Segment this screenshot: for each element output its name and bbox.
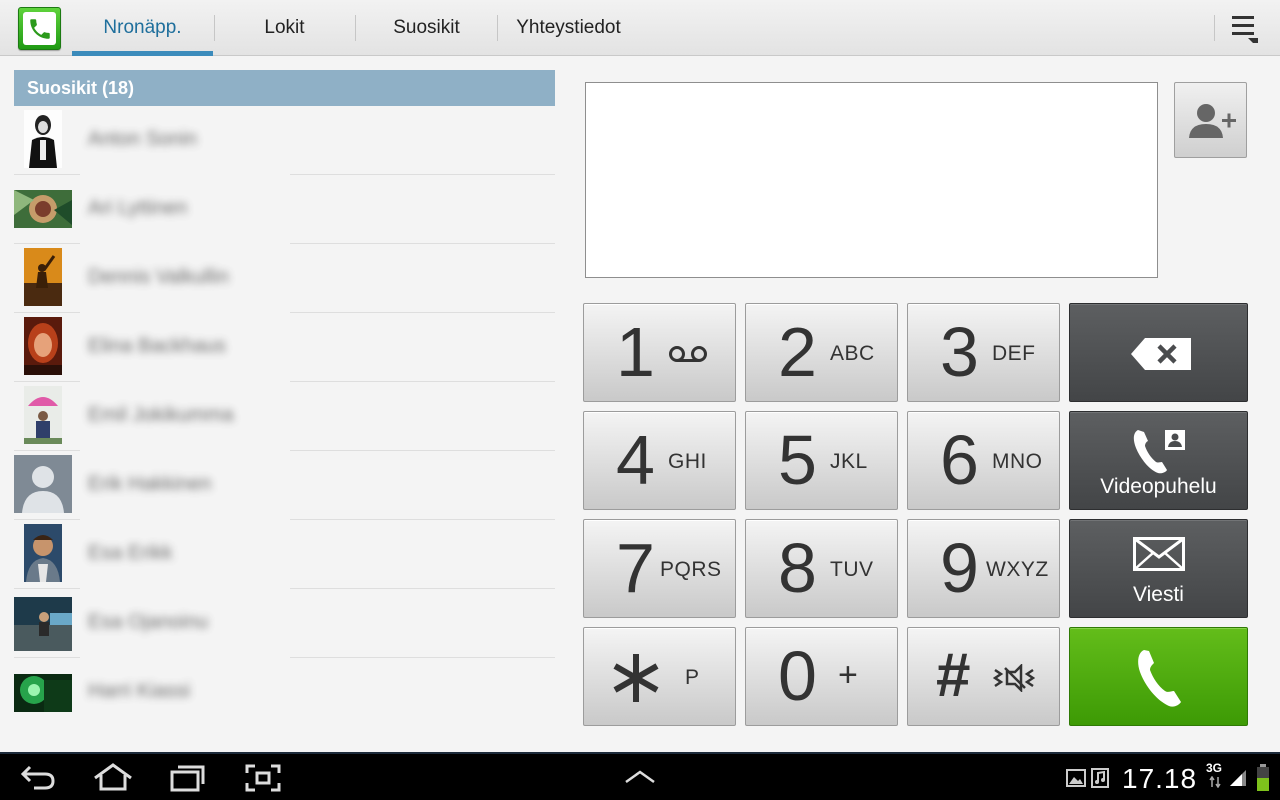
avatar bbox=[14, 597, 72, 651]
list-item[interactable]: Harri Kiassi bbox=[14, 658, 555, 727]
video-call-button[interactable]: Videopuhelu bbox=[1069, 411, 1248, 510]
clock: 17.18 bbox=[1122, 763, 1198, 794]
video-call-icon bbox=[1133, 430, 1185, 474]
key-7[interactable]: 7 PQRS bbox=[583, 519, 736, 618]
phone-app-icon[interactable] bbox=[18, 7, 61, 50]
backspace-button[interactable] bbox=[1069, 303, 1248, 402]
list-item[interactable]: Elina Backhaus bbox=[14, 313, 555, 382]
list-item[interactable]: Erik Hakkinen bbox=[14, 451, 555, 520]
add-contact-button[interactable] bbox=[1174, 82, 1247, 158]
key-5[interactable]: 5 JKL bbox=[745, 411, 898, 510]
key-9[interactable]: 9 WXYZ bbox=[907, 519, 1060, 618]
add-contact-icon bbox=[1189, 104, 1236, 138]
avatar bbox=[24, 110, 62, 168]
network-type: 3G bbox=[1206, 761, 1223, 775]
system-bar: 17.18 3G bbox=[0, 752, 1280, 800]
list-item[interactable]: Emil Jokikumma bbox=[14, 382, 555, 451]
avatar bbox=[14, 455, 72, 513]
message-button[interactable]: Viesti bbox=[1069, 519, 1248, 618]
list-item[interactable]: Dennis Valkullin bbox=[14, 244, 555, 313]
list-item[interactable]: Esa Erikk bbox=[14, 520, 555, 589]
recent-apps-icon[interactable] bbox=[170, 764, 206, 792]
list-item[interactable]: Anton Sonin bbox=[14, 106, 555, 175]
contact-name: Elina Backhaus bbox=[88, 335, 226, 357]
music-notification-icon bbox=[1091, 768, 1109, 788]
key-6[interactable]: 6 MNO bbox=[907, 411, 1060, 510]
key-1[interactable]: 1 bbox=[583, 303, 736, 402]
avatar bbox=[14, 674, 72, 712]
contact-name: Ari Lyttinen bbox=[88, 197, 188, 219]
avatar bbox=[24, 317, 62, 375]
key-star[interactable]: P bbox=[583, 627, 736, 726]
battery-icon bbox=[1257, 764, 1269, 791]
back-icon[interactable] bbox=[20, 764, 56, 790]
key-4[interactable]: 4 GHI bbox=[583, 411, 736, 510]
avatar bbox=[24, 386, 62, 444]
mute-icon bbox=[993, 664, 1035, 692]
gallery-notification-icon bbox=[1066, 769, 1086, 787]
contact-name: Erik Hakkinen bbox=[88, 473, 212, 495]
key-hash[interactable]: # bbox=[907, 627, 1060, 726]
avatar bbox=[14, 190, 72, 228]
key-0[interactable]: 0 + bbox=[745, 627, 898, 726]
message-label: Viesti bbox=[1133, 583, 1184, 606]
video-call-label: Videopuhelu bbox=[1100, 475, 1217, 498]
expand-up-icon[interactable] bbox=[624, 770, 656, 784]
phone-icon bbox=[1138, 650, 1181, 707]
call-button[interactable] bbox=[1069, 627, 1248, 726]
contact-name: Harri Kiassi bbox=[88, 680, 191, 702]
tab-contacts[interactable]: Yhteystiedot bbox=[498, 0, 639, 56]
message-icon bbox=[1133, 537, 1185, 571]
contact-name: Esa Ojanoinu bbox=[88, 611, 209, 633]
home-icon[interactable] bbox=[92, 762, 134, 792]
contact-name: Anton Sonin bbox=[88, 128, 197, 150]
signal-icon bbox=[1230, 770, 1246, 786]
key-2[interactable]: 2 ABC bbox=[745, 303, 898, 402]
voicemail-icon bbox=[669, 346, 707, 362]
key-8[interactable]: 8 TUV bbox=[745, 519, 898, 618]
data-arrows-icon bbox=[1209, 776, 1221, 788]
key-3[interactable]: 3 DEF bbox=[907, 303, 1060, 402]
contact-name: Dennis Valkullin bbox=[88, 266, 229, 288]
tab-bar: Nronäpp. Lokit Suosikit Yhteystiedot bbox=[0, 0, 1280, 56]
asterisk-icon bbox=[613, 654, 659, 702]
tab-logs[interactable]: Lokit bbox=[214, 0, 355, 56]
screenshot-icon[interactable] bbox=[245, 764, 281, 792]
avatar bbox=[24, 248, 62, 306]
backspace-icon bbox=[1131, 338, 1191, 370]
list-item[interactable]: Esa Ojanoinu bbox=[14, 589, 555, 658]
favorites-list: Anton Sonin Ari Lyttinen Dennis Valkulli… bbox=[14, 106, 555, 727]
favorites-header: Suosikit (18) bbox=[14, 70, 555, 106]
number-input[interactable] bbox=[585, 82, 1158, 278]
contact-name: Emil Jokikumma bbox=[88, 404, 234, 426]
avatar bbox=[24, 524, 62, 582]
contact-name: Esa Erikk bbox=[88, 542, 173, 564]
list-item[interactable]: Ari Lyttinen bbox=[14, 175, 555, 244]
menu-icon[interactable] bbox=[1230, 14, 1260, 43]
tab-keypad[interactable]: Nronäpp. bbox=[72, 0, 213, 56]
tab-favorites[interactable]: Suosikit bbox=[356, 0, 497, 56]
